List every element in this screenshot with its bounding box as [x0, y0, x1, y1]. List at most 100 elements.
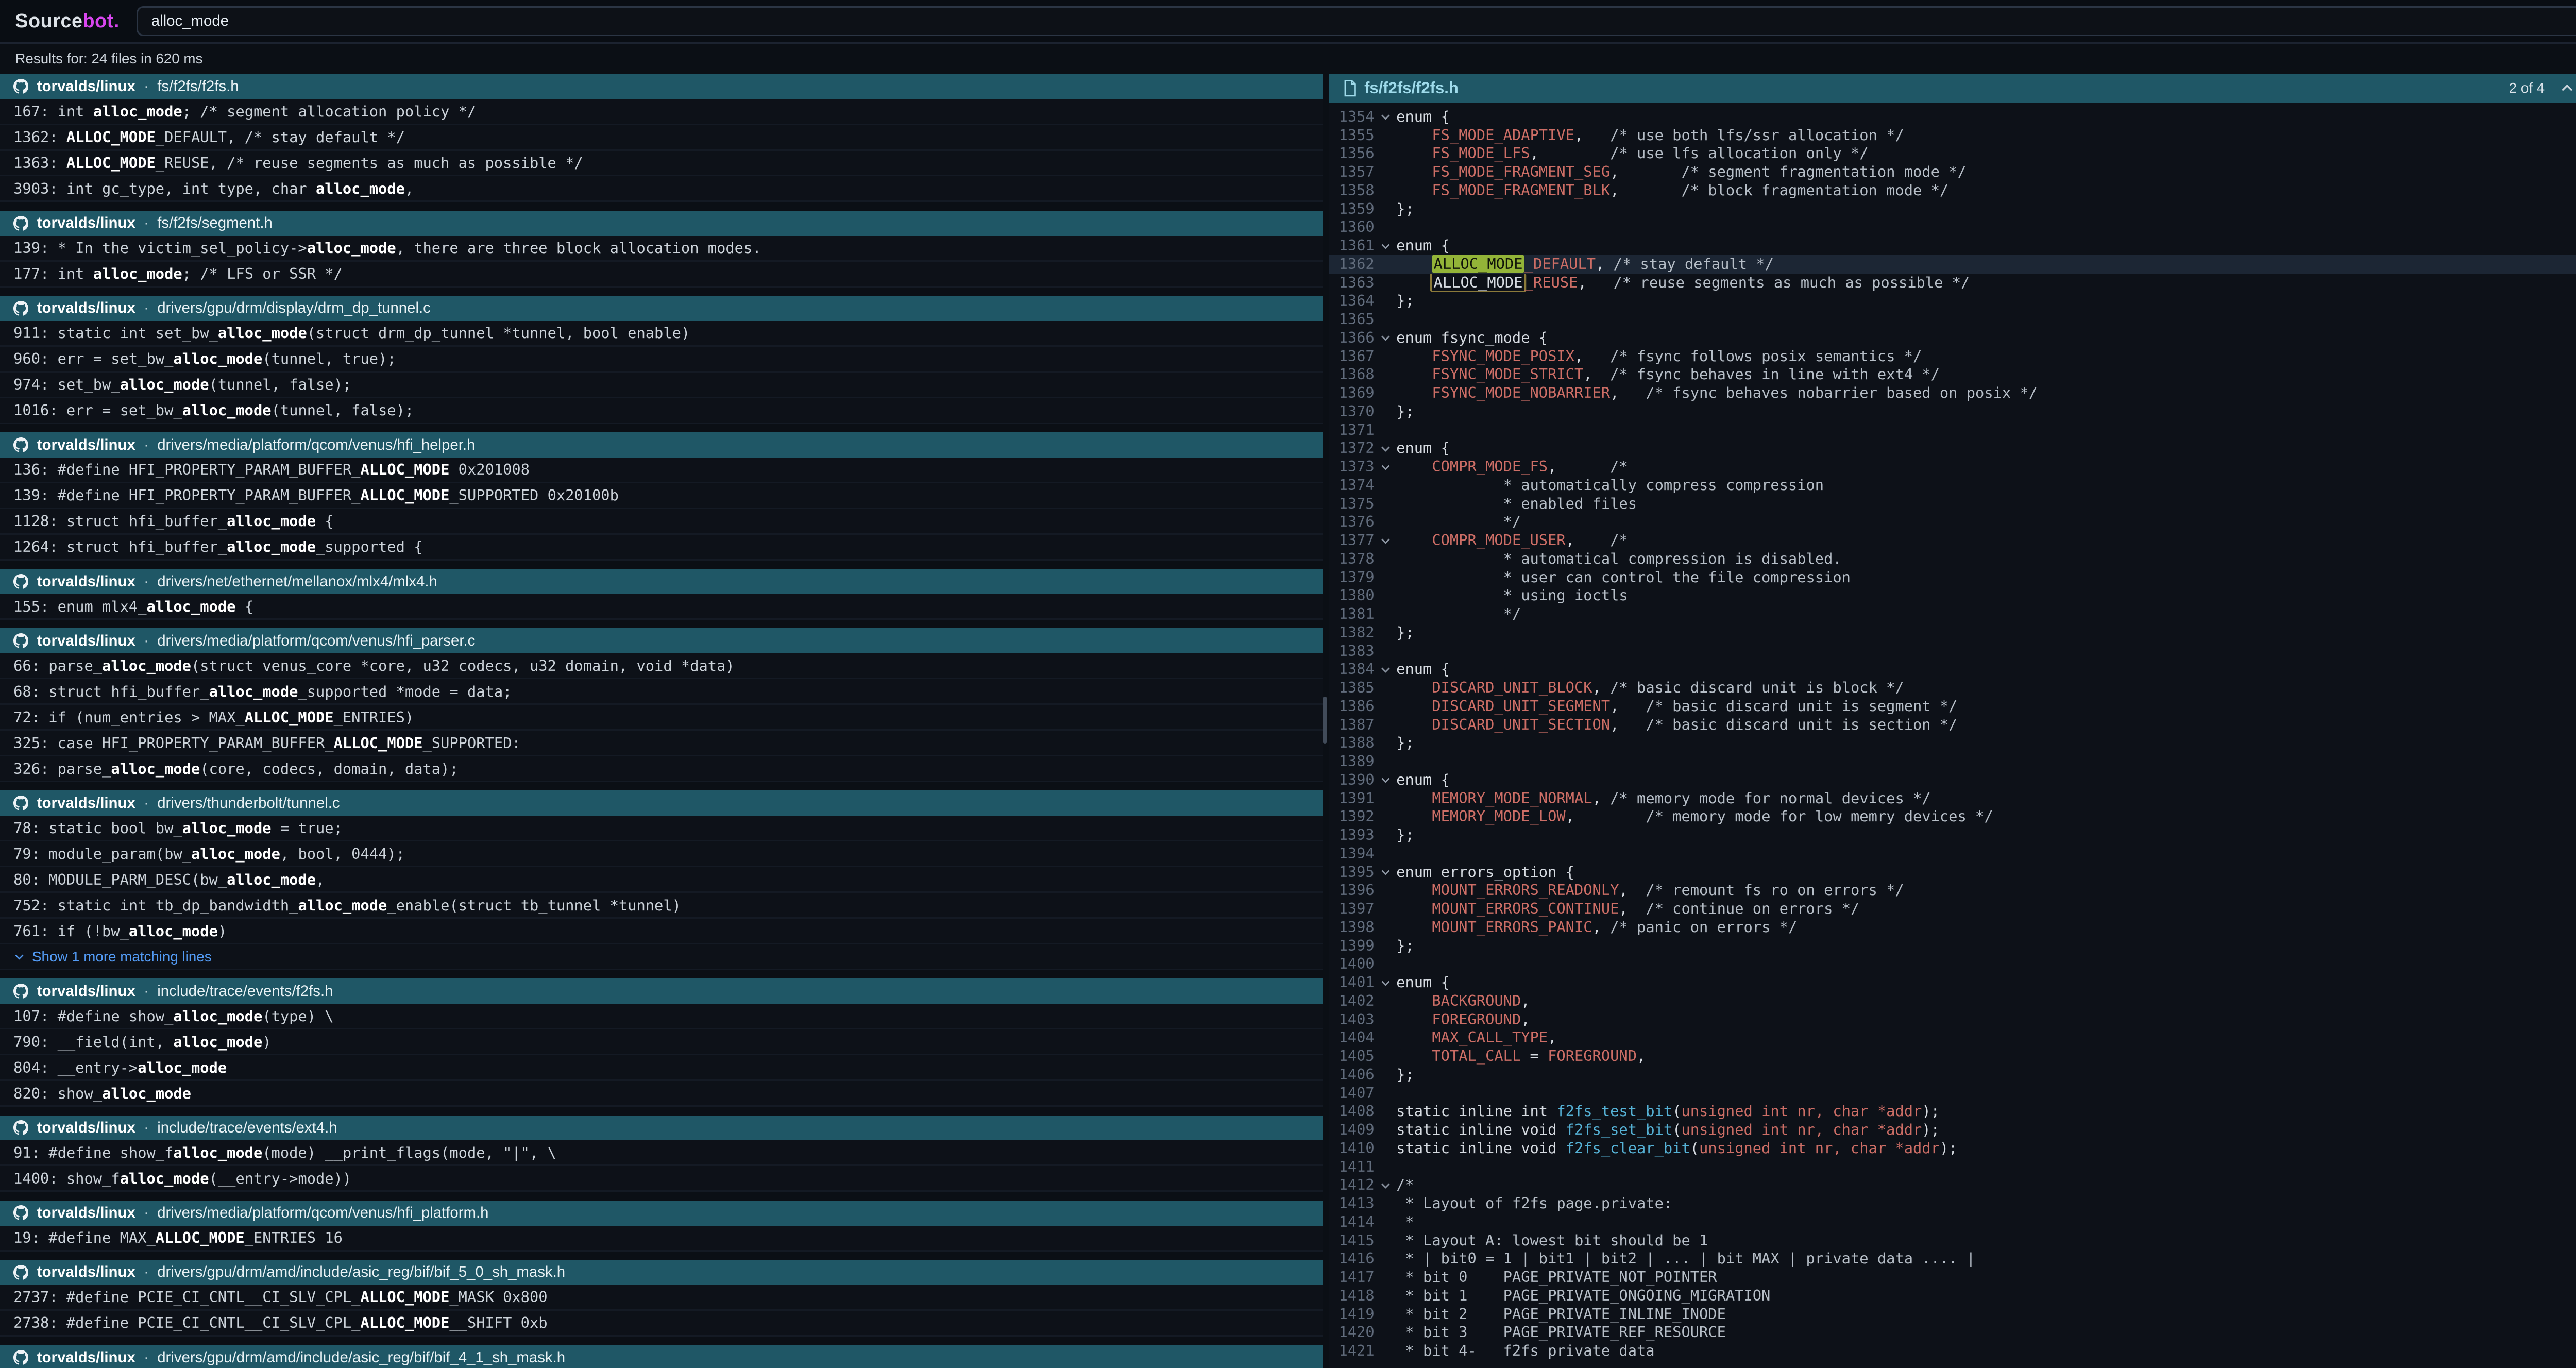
match-row[interactable]: 2737:#define PCIE_CI_CNTL__CI_SLV_CPL_AL…: [0, 1285, 1323, 1311]
fold-toggle[interactable]: [1375, 568, 1396, 587]
file-group-header[interactable]: torvalds/linux · drivers/media/platform/…: [0, 432, 1323, 458]
match-row[interactable]: 820:show_alloc_mode: [0, 1081, 1323, 1107]
fold-toggle[interactable]: [1375, 1121, 1396, 1139]
match-row[interactable]: 1128:struct hfi_buffer_alloc_mode {: [0, 509, 1323, 535]
match-row[interactable]: 3903:int gc_type, int type, char alloc_m…: [0, 176, 1323, 202]
results-panel[interactable]: torvalds/linux · fs/f2fs/f2fs.h 167:int …: [0, 74, 1323, 1368]
match-row[interactable]: 1362:ALLOC_MODE_DEFAULT, /* stay default…: [0, 125, 1323, 151]
fold-toggle[interactable]: [1375, 402, 1396, 421]
fold-toggle[interactable]: [1375, 200, 1396, 218]
fold-toggle[interactable]: [1375, 863, 1396, 882]
fold-toggle[interactable]: [1375, 237, 1396, 255]
fold-toggle[interactable]: [1375, 660, 1396, 679]
fold-toggle[interactable]: [1375, 1268, 1396, 1287]
fold-toggle[interactable]: [1375, 1231, 1396, 1250]
fold-toggle[interactable]: [1375, 1028, 1396, 1047]
match-row[interactable]: 325:case HFI_PROPERTY_PARAM_BUFFER_ALLOC…: [0, 731, 1323, 756]
match-row[interactable]: 1264:struct hfi_buffer_alloc_mode_suppor…: [0, 535, 1323, 561]
fold-toggle[interactable]: [1375, 476, 1396, 495]
fold-toggle[interactable]: [1375, 458, 1396, 476]
fold-toggle[interactable]: [1375, 1139, 1396, 1158]
fold-toggle[interactable]: [1375, 881, 1396, 900]
match-row[interactable]: 78:static bool bw_alloc_mode = true;: [0, 816, 1323, 841]
fold-toggle[interactable]: [1375, 384, 1396, 402]
fold-toggle[interactable]: [1375, 845, 1396, 863]
match-row[interactable]: 960:err = set_bw_alloc_mode(tunnel, true…: [0, 347, 1323, 373]
fold-toggle[interactable]: [1375, 771, 1396, 789]
fold-toggle[interactable]: [1375, 531, 1396, 550]
fold-toggle[interactable]: [1375, 255, 1396, 274]
fold-toggle[interactable]: [1375, 495, 1396, 513]
file-group-header[interactable]: torvalds/linux · fs/f2fs/f2fs.h: [0, 74, 1323, 99]
fold-toggle[interactable]: [1375, 1305, 1396, 1324]
fold-toggle[interactable]: [1375, 218, 1396, 237]
fold-toggle[interactable]: [1375, 807, 1396, 826]
show-more-link[interactable]: Show 1 more matching lines: [0, 944, 1323, 970]
fold-toggle[interactable]: [1375, 292, 1396, 310]
fold-toggle[interactable]: [1375, 1047, 1396, 1066]
fold-toggle[interactable]: [1375, 439, 1396, 458]
fold-toggle[interactable]: [1375, 716, 1396, 734]
fold-toggle[interactable]: [1375, 642, 1396, 661]
match-row[interactable]: 68:struct hfi_buffer_alloc_mode_supporte…: [0, 679, 1323, 705]
match-row[interactable]: 804:__entry->alloc_mode: [0, 1055, 1323, 1081]
fold-toggle[interactable]: [1375, 163, 1396, 181]
app-logo[interactable]: Sourcebot.: [15, 10, 120, 32]
match-row[interactable]: 19:#define MAX_ALLOC_MODE_ENTRIES 16: [0, 1226, 1323, 1252]
fold-toggle[interactable]: [1375, 826, 1396, 845]
fold-toggle[interactable]: [1375, 623, 1396, 642]
fold-toggle[interactable]: [1375, 1176, 1396, 1194]
match-row[interactable]: 761:if (!bw_alloc_mode): [0, 919, 1323, 944]
match-row[interactable]: 177:int alloc_mode; /* LFS or SSR */: [0, 262, 1323, 288]
fold-toggle[interactable]: [1375, 1342, 1396, 1360]
fold-toggle[interactable]: [1375, 274, 1396, 292]
match-row[interactable]: 752:static int tb_dp_bandwidth_alloc_mod…: [0, 893, 1323, 919]
match-row[interactable]: 2738:#define PCIE_CI_CNTL__CI_SLV_CPL_AL…: [0, 1311, 1323, 1337]
fold-toggle[interactable]: [1375, 789, 1396, 808]
fold-toggle[interactable]: [1375, 697, 1396, 716]
fold-toggle[interactable]: [1375, 1102, 1396, 1121]
match-row[interactable]: 72:if (num_entries > MAX_ALLOC_MODE_ENTR…: [0, 705, 1323, 731]
fold-toggle[interactable]: [1375, 955, 1396, 973]
fold-toggle[interactable]: [1375, 937, 1396, 955]
match-row[interactable]: 790:__field(int, alloc_mode): [0, 1029, 1323, 1055]
file-group-header[interactable]: torvalds/linux · drivers/gpu/drm/display…: [0, 296, 1323, 321]
match-row[interactable]: 326:parse_alloc_mode(core, codecs, domai…: [0, 756, 1323, 782]
match-row[interactable]: 91:#define show_falloc_mode(mode) __prin…: [0, 1140, 1323, 1166]
fold-toggle[interactable]: [1375, 586, 1396, 605]
panel-resizer[interactable]: [1323, 74, 1329, 1368]
panel-resizer-grip[interactable]: [1323, 697, 1328, 744]
match-row[interactable]: 1400:show_falloc_mode(__entry->mode)): [0, 1166, 1323, 1192]
file-group-header[interactable]: torvalds/linux · drivers/media/platform/…: [0, 628, 1323, 653]
prev-match-button[interactable]: [2560, 81, 2574, 96]
fold-toggle[interactable]: [1375, 108, 1396, 126]
match-row[interactable]: 79:module_param(bw_alloc_mode, bool, 044…: [0, 841, 1323, 867]
match-row[interactable]: 80:MODULE_PARM_DESC(bw_alloc_mode,: [0, 867, 1323, 893]
fold-toggle[interactable]: [1375, 1323, 1396, 1342]
file-group-header[interactable]: torvalds/linux · drivers/media/platform/…: [0, 1201, 1323, 1226]
fold-toggle[interactable]: [1375, 365, 1396, 384]
fold-toggle[interactable]: [1375, 1084, 1396, 1103]
search-input[interactable]: [137, 6, 2576, 37]
fold-toggle[interactable]: [1375, 973, 1396, 992]
fold-toggle[interactable]: [1375, 126, 1396, 145]
file-group-header[interactable]: torvalds/linux · include/trace/events/f2…: [0, 978, 1323, 1004]
code-viewer[interactable]: 1354 enum { 1355 FS_MODE_ADAPTIVE, /* us…: [1329, 103, 2576, 1368]
match-row[interactable]: 974:set_bw_alloc_mode(tunnel, false);: [0, 373, 1323, 398]
match-row[interactable]: 136:#define HFI_PROPERTY_PARAM_BUFFER_AL…: [0, 458, 1323, 483]
fold-toggle[interactable]: [1375, 752, 1396, 771]
file-group-header[interactable]: torvalds/linux · drivers/gpu/drm/amd/inc…: [0, 1345, 1323, 1368]
file-group-header[interactable]: torvalds/linux · drivers/gpu/drm/amd/inc…: [0, 1260, 1323, 1285]
fold-toggle[interactable]: [1375, 918, 1396, 937]
fold-toggle[interactable]: [1375, 347, 1396, 366]
file-group-header[interactable]: torvalds/linux · include/trace/events/ex…: [0, 1116, 1323, 1141]
fold-toggle[interactable]: [1375, 329, 1396, 347]
match-row[interactable]: 66:parse_alloc_mode(struct venus_core *c…: [0, 653, 1323, 679]
fold-toggle[interactable]: [1375, 1213, 1396, 1231]
match-row[interactable]: 155:enum mlx4_alloc_mode {: [0, 594, 1323, 620]
match-row[interactable]: 1016:err = set_bw_alloc_mode(tunnel, fal…: [0, 398, 1323, 424]
fold-toggle[interactable]: [1375, 1287, 1396, 1305]
fold-toggle[interactable]: [1375, 1066, 1396, 1084]
fold-toggle[interactable]: [1375, 734, 1396, 752]
fold-toggle[interactable]: [1375, 992, 1396, 1010]
